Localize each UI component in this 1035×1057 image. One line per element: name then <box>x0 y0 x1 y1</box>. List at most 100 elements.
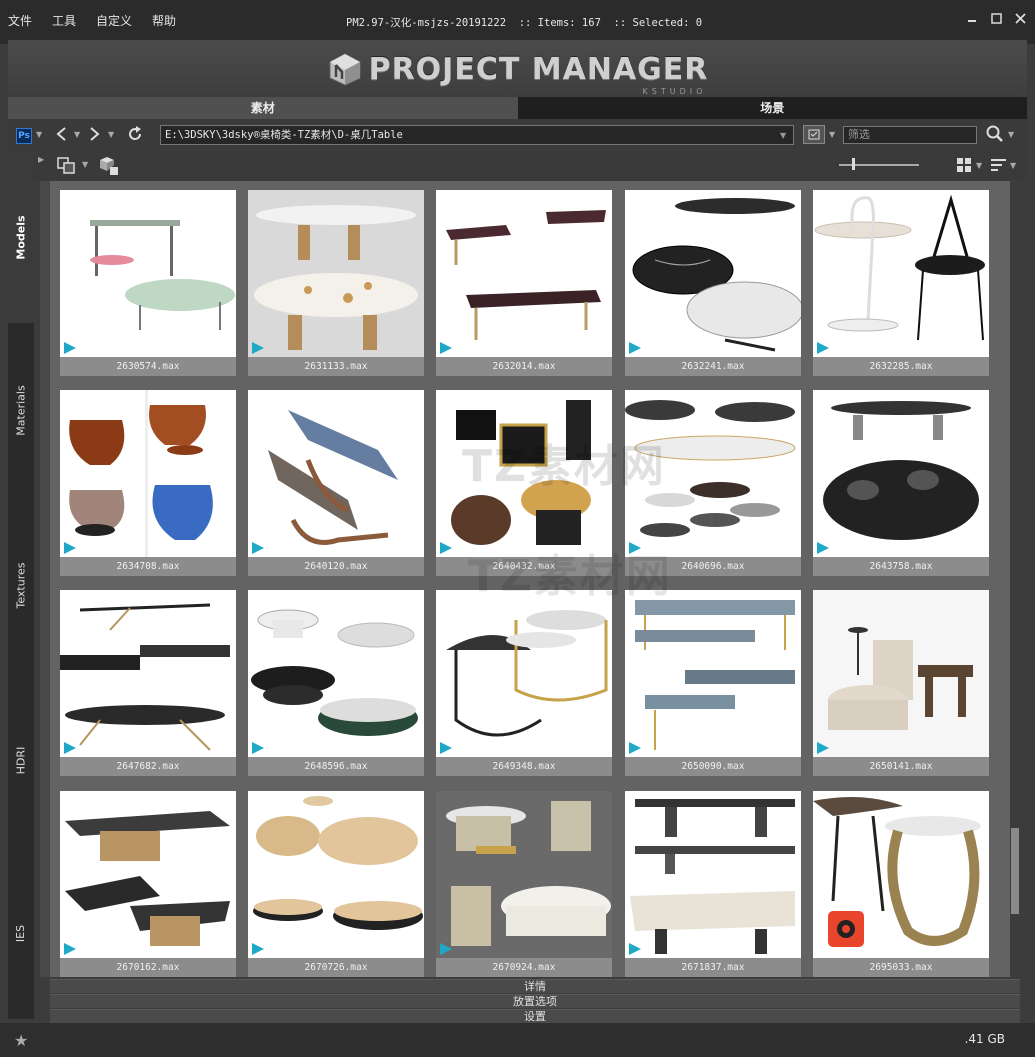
asset-tile[interactable]: 2695033.max <box>813 791 989 977</box>
sync-icon[interactable] <box>56 155 76 178</box>
sort-dropdown-icon[interactable]: ▼ <box>1010 161 1016 170</box>
asset-thumbnail[interactable] <box>436 190 612 357</box>
asset-tile[interactable]: 2647682.max <box>60 590 236 776</box>
asset-thumbnail[interactable] <box>248 190 424 357</box>
asset-tile[interactable]: 2670726.max <box>248 791 424 977</box>
asset-tile[interactable]: 2630574.max <box>60 190 236 376</box>
grid-scrollbar-thumb[interactable] <box>1011 828 1019 914</box>
asset-preview-image <box>813 797 981 947</box>
asset-preview-image <box>253 796 423 930</box>
sync-dropdown-icon[interactable]: ▼ <box>82 160 88 169</box>
expand-arrow-icon[interactable]: ▶ <box>38 155 44 164</box>
asset-tile[interactable]: 2648596.max <box>248 590 424 776</box>
logo-title: PROJECT MANAGER <box>368 51 709 87</box>
sidebar-item-textures[interactable]: Textures <box>8 498 34 673</box>
search-icon[interactable] <box>985 124 1005 149</box>
favorite-star-icon[interactable]: ★ <box>14 1031 28 1050</box>
zoom-slider-track[interactable] <box>839 164 919 166</box>
asset-preview-image <box>632 198 801 352</box>
close-icon[interactable] <box>1013 11 1027 25</box>
asset-filename: 2631133.max <box>304 361 368 372</box>
path-dropdown-icon[interactable]: ▼ <box>780 131 786 140</box>
tab-scenes[interactable]: 场景 <box>517 97 1027 119</box>
filter-toggle-button[interactable] <box>803 125 825 144</box>
search-dropdown-icon[interactable]: ▼ <box>1008 130 1014 139</box>
settings-panel-header[interactable]: 设置 <box>50 1009 1020 1023</box>
asset-thumbnail[interactable] <box>813 390 989 557</box>
asset-tile[interactable]: 2640696.max <box>625 390 801 576</box>
asset-thumbnail[interactable] <box>625 590 801 757</box>
back-dropdown-icon[interactable]: ▼ <box>74 130 80 139</box>
asset-tile[interactable]: 2643758.max <box>813 390 989 576</box>
asset-thumbnail[interactable] <box>248 390 424 557</box>
asset-thumbnail[interactable] <box>813 791 989 958</box>
minimize-icon[interactable] <box>965 11 979 25</box>
asset-tile[interactable]: 2640120.max <box>248 390 424 576</box>
tab-strip: 素材 场景 <box>8 97 1027 119</box>
asset-preview-image <box>630 799 795 954</box>
menu-tools[interactable]: 工具 <box>52 12 76 29</box>
asset-tile[interactable]: 2634708.max <box>60 390 236 576</box>
forward-dropdown-icon[interactable]: ▼ <box>108 130 114 139</box>
placement-options-panel-header[interactable]: 放置选项 <box>50 994 1020 1008</box>
tab-assets[interactable]: 素材 <box>8 97 518 119</box>
asset-thumbnail[interactable] <box>436 390 612 557</box>
asset-tile[interactable]: 2670924.max <box>436 791 612 977</box>
box-save-icon[interactable] <box>98 155 120 180</box>
asset-thumbnail[interactable] <box>60 590 236 757</box>
asset-thumbnail[interactable] <box>60 190 236 357</box>
asset-tile[interactable]: 2670162.max <box>60 791 236 977</box>
asset-tile[interactable]: 2671837.max <box>625 791 801 977</box>
sidebar-item-ies[interactable]: IES <box>8 848 34 1019</box>
asset-tile[interactable]: 2632014.max <box>436 190 612 376</box>
sort-icon[interactable] <box>990 157 1008 176</box>
menu-customize[interactable]: 自定义 <box>96 12 132 29</box>
photoshop-icon[interactable]: Ps <box>16 128 32 144</box>
asset-thumbnail[interactable] <box>625 390 801 557</box>
sidebar-item-hdri[interactable]: HDRI <box>8 673 34 848</box>
sidebar-item-materials[interactable]: Materials <box>8 323 34 498</box>
back-icon[interactable] <box>54 125 68 147</box>
asset-tile[interactable]: 2650090.max <box>625 590 801 776</box>
asset-tile[interactable]: 2632285.max <box>813 190 989 376</box>
asset-thumbnail[interactable] <box>813 590 989 757</box>
maximize-icon[interactable] <box>989 11 1003 25</box>
asset-thumbnail[interactable] <box>60 791 236 958</box>
grid-view-icon[interactable] <box>956 157 972 176</box>
asset-filename: 2650141.max <box>869 761 933 772</box>
zoom-slider-thumb[interactable] <box>852 158 855 170</box>
sidebar-item-models[interactable]: Models <box>8 151 34 323</box>
asset-thumbnail[interactable] <box>813 190 989 357</box>
grid-left-gutter <box>40 181 50 977</box>
asset-tile[interactable]: 2631133.max <box>248 190 424 376</box>
asset-filename: 2640696.max <box>681 561 745 572</box>
ps-dropdown-icon[interactable]: ▼ <box>36 130 42 139</box>
menu-help[interactable]: 帮助 <box>152 12 176 29</box>
asset-thumbnail[interactable] <box>625 791 801 958</box>
asset-thumbnail[interactable] <box>248 590 424 757</box>
asset-filename: 2632014.max <box>492 361 556 372</box>
project-manager-window: 文件 工具 自定义 帮助 PM2.97-汉化-msjzs-20191222 ::… <box>0 0 1035 1057</box>
asset-tile[interactable]: 2649348.max <box>436 590 612 776</box>
asset-tile[interactable]: 2640432.max <box>436 390 612 576</box>
view-dropdown-icon[interactable]: ▼ <box>976 161 982 170</box>
asset-thumbnail[interactable] <box>625 190 801 357</box>
path-toolbar: Ps ▼ ▼ ▼ E:\3DSKY\3dsky®桌椅类-TZ素材\D-桌几Tab… <box>8 119 1027 151</box>
asset-thumbnail[interactable] <box>248 791 424 958</box>
path-input[interactable]: E:\3DSKY\3dsky®桌椅类-TZ素材\D-桌几Table <box>160 125 794 145</box>
filter-dropdown-icon[interactable]: ▼ <box>829 130 835 139</box>
refresh-icon[interactable] <box>126 125 144 147</box>
asset-thumbnail[interactable] <box>60 390 236 557</box>
asset-thumbnail[interactable] <box>436 590 612 757</box>
window-title: PM2.97-汉化-msjzs-20191222 :: Items: 167 :… <box>346 17 703 29</box>
details-panel-header[interactable]: 详情 <box>50 979 1020 993</box>
asset-filename: 2670924.max <box>492 962 556 973</box>
menu-file[interactable]: 文件 <box>8 12 32 29</box>
asset-thumbnail[interactable] <box>436 791 612 958</box>
forward-icon[interactable] <box>88 125 102 147</box>
asset-tile[interactable]: 2650141.max <box>813 590 989 776</box>
filter-input[interactable]: 筛选 <box>843 126 977 144</box>
asset-tile[interactable]: 2632241.max <box>625 190 801 376</box>
asset-filename: 2648596.max <box>304 761 368 772</box>
asset-preview-image <box>60 603 230 751</box>
